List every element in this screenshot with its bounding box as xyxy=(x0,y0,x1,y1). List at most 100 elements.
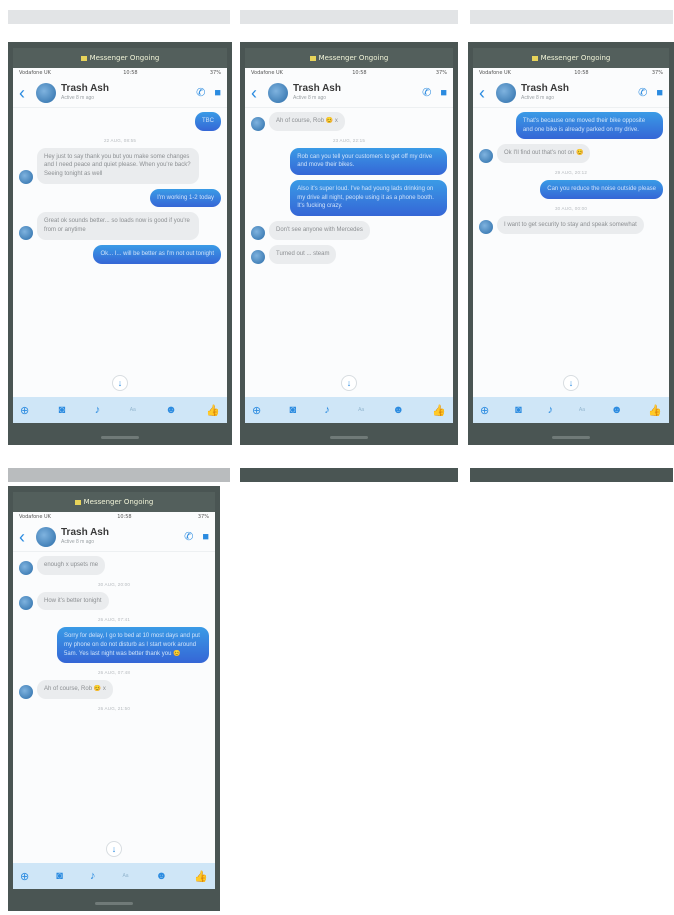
back-icon[interactable]: ‹ xyxy=(251,84,263,102)
message-row: Don't see anyone with Mercedes xyxy=(251,221,447,240)
scroll-down-icon[interactable]: ↓ xyxy=(106,841,122,857)
message-input[interactable]: Aa xyxy=(122,873,128,879)
microphone-icon[interactable]: ♪ xyxy=(548,404,554,416)
status-bar: Vodafone UK 10:58 37% xyxy=(245,68,453,78)
incoming-message[interactable]: I want to get security to stay and speak… xyxy=(497,215,644,235)
message-list[interactable]: Ah of course, Rob 😊 x 23 AUG, 22:15 Rob … xyxy=(245,108,453,397)
back-icon[interactable]: ‹ xyxy=(19,528,31,546)
chat-header: ‹ Trash Ash Active 8 m ago ✆ ■ xyxy=(13,522,215,552)
phone-icon[interactable]: ✆ xyxy=(196,86,205,99)
call-banner[interactable]: Messenger Ongoing xyxy=(473,48,669,68)
message-input[interactable]: Aa xyxy=(579,407,585,413)
call-banner[interactable]: Messenger Ongoing xyxy=(245,48,453,68)
emoji-icon[interactable]: ☻ xyxy=(165,404,177,416)
message-input[interactable]: Aa xyxy=(130,407,136,413)
scan-strip xyxy=(8,10,230,24)
status-bar: Vodafone UK 10:58 37% xyxy=(13,512,215,522)
call-banner[interactable]: Messenger Ongoing xyxy=(13,48,227,68)
outgoing-message[interactable]: Sorry for delay, I go to bed at 10 most … xyxy=(57,627,209,664)
message-list[interactable]: That's because one moved their bike oppo… xyxy=(473,108,669,397)
camera-icon[interactable]: ◙ xyxy=(289,404,296,416)
avatar[interactable] xyxy=(268,82,288,103)
composer: ⊕ ◙ ♪ Aa ☻ 👍 xyxy=(13,863,215,889)
scroll-down-icon[interactable]: ↓ xyxy=(341,375,357,391)
like-icon[interactable]: 👍 xyxy=(432,404,446,417)
camera-icon[interactable]: ◙ xyxy=(59,404,66,416)
active-status: Active 8 m ago xyxy=(61,538,95,545)
incoming-message[interactable]: Turned out ... steam xyxy=(269,244,337,264)
video-icon[interactable]: ■ xyxy=(214,87,221,99)
message-row: I want to get security to stay and speak… xyxy=(479,215,663,235)
timestamp: 30 AUG, 20:00 xyxy=(97,581,131,587)
phone-icon[interactable]: ✆ xyxy=(422,86,431,99)
phone-screenshot: Messenger Ongoing Vodafone UK 10:58 37% … xyxy=(468,42,674,445)
plus-icon[interactable]: ⊕ xyxy=(20,870,29,883)
phone-icon[interactable]: ✆ xyxy=(638,86,647,99)
avatar[interactable] xyxy=(36,526,56,547)
scroll-down-icon[interactable]: ↓ xyxy=(112,375,128,391)
like-icon[interactable]: 👍 xyxy=(206,404,220,417)
outgoing-message[interactable]: Can you reduce the noise outside please xyxy=(540,180,663,199)
outgoing-message[interactable]: Ok... I... will be better as I'm not out… xyxy=(93,244,221,264)
video-icon[interactable]: ■ xyxy=(202,531,209,543)
call-banner[interactable]: Messenger Ongoing xyxy=(13,492,215,512)
plus-icon[interactable]: ⊕ xyxy=(252,404,261,417)
message-row: enough x upsets me xyxy=(19,556,209,575)
scan-strip xyxy=(240,468,458,482)
message-row: Great ok sounds better... so loads now i… xyxy=(19,212,221,240)
camera-icon[interactable]: ◙ xyxy=(515,404,522,416)
timestamp: 26 AUG, 21:50 xyxy=(97,706,131,712)
contact-avatar xyxy=(19,596,33,611)
incoming-message[interactable]: Hey just to say thank you but you make s… xyxy=(37,147,199,184)
emoji-icon[interactable]: ☻ xyxy=(611,404,623,416)
plus-icon[interactable]: ⊕ xyxy=(20,404,29,417)
incoming-message[interactable]: How it's better tonight xyxy=(37,591,109,611)
contact-name[interactable]: Trash Ash xyxy=(521,84,569,95)
outgoing-message[interactable]: Rob can you tell your customers to get o… xyxy=(290,147,447,176)
outgoing-message[interactable]: That's because one moved their bike oppo… xyxy=(515,112,663,140)
call-banner-label: Messenger Ongoing xyxy=(540,54,611,62)
message-row: Ok I'll find out that's not on 😊 xyxy=(479,144,663,164)
outgoing-message[interactable]: TBC xyxy=(195,112,221,131)
scan-strip xyxy=(470,10,673,24)
timestamp: 22 AUG, 08:55 xyxy=(103,137,137,143)
carrier: Vodafone UK xyxy=(19,70,51,76)
like-icon[interactable]: 👍 xyxy=(194,870,208,883)
message-list[interactable]: TBC 22 AUG, 08:55 Hey just to say thank … xyxy=(13,108,227,397)
battery: 37% xyxy=(435,70,447,76)
avatar[interactable] xyxy=(496,82,516,103)
call-banner-label: Messenger Ongoing xyxy=(318,54,389,62)
incoming-message[interactable]: Ok I'll find out that's not on 😊 xyxy=(497,144,591,164)
avatar[interactable] xyxy=(36,82,56,103)
message-list[interactable]: enough x upsets me 30 AUG, 20:00 How it'… xyxy=(13,552,215,863)
camera-icon[interactable]: ◙ xyxy=(56,870,63,882)
microphone-icon[interactable]: ♪ xyxy=(324,404,330,416)
microphone-icon[interactable]: ♪ xyxy=(95,404,101,416)
incoming-message[interactable]: Ah of course, Rob 😊 x xyxy=(37,680,113,700)
message-input[interactable]: Aa xyxy=(358,407,364,413)
phone-icon[interactable]: ✆ xyxy=(184,530,193,543)
emoji-icon[interactable]: ☻ xyxy=(392,404,404,416)
incoming-message[interactable]: Ah of course, Rob 😊 x xyxy=(269,112,345,131)
contact-name[interactable]: Trash Ash xyxy=(61,528,109,539)
contact-name[interactable]: Trash Ash xyxy=(61,84,109,95)
call-banner-label: Messenger Ongoing xyxy=(83,498,154,506)
back-icon[interactable]: ‹ xyxy=(479,84,491,102)
incoming-message[interactable]: Don't see anyone with Mercedes xyxy=(269,221,370,240)
video-icon[interactable]: ■ xyxy=(440,87,447,99)
plus-icon[interactable]: ⊕ xyxy=(480,404,489,417)
chat-header: ‹ Trash Ash Active 8 m ago ✆ ■ xyxy=(13,78,227,108)
incoming-message[interactable]: enough x upsets me xyxy=(37,556,106,575)
active-status: Active 8 m ago xyxy=(293,94,327,101)
emoji-icon[interactable]: ☻ xyxy=(156,870,168,882)
incoming-message[interactable]: Great ok sounds better... so loads now i… xyxy=(37,212,199,240)
like-icon[interactable]: 👍 xyxy=(648,404,662,417)
outgoing-message[interactable]: I'm working 1-2 today xyxy=(150,188,221,208)
contact-name[interactable]: Trash Ash xyxy=(293,84,341,95)
back-icon[interactable]: ‹ xyxy=(19,84,31,102)
outgoing-message[interactable]: Also it's super loud. I've had young lad… xyxy=(290,180,447,217)
microphone-icon[interactable]: ♪ xyxy=(90,870,96,882)
scroll-down-icon[interactable]: ↓ xyxy=(563,375,579,391)
timestamp: 29 AUG, 20:12 xyxy=(554,170,588,176)
video-icon[interactable]: ■ xyxy=(656,87,663,99)
